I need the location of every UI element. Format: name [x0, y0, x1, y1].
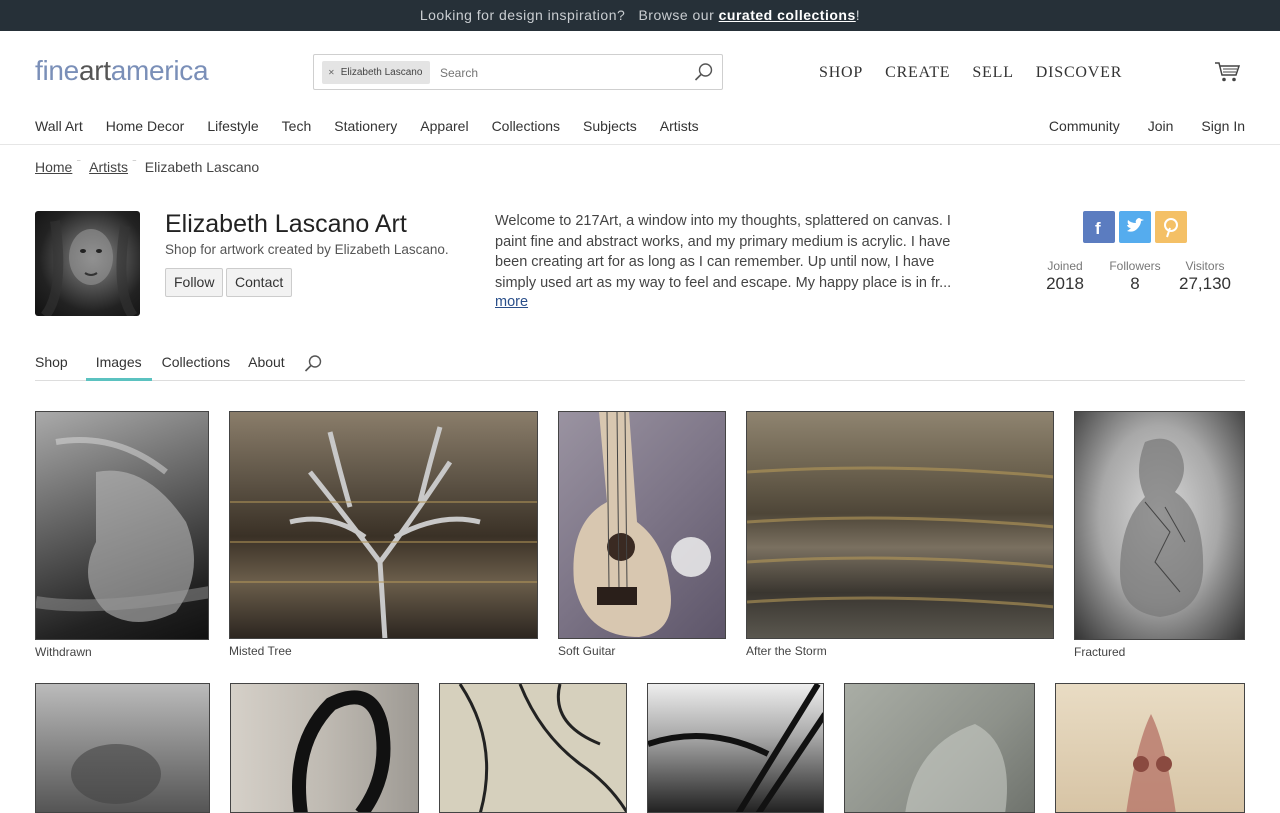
artwork-tile[interactable] [439, 683, 627, 813]
tab-search[interactable] [303, 343, 331, 381]
stat-value: 8 [1130, 274, 1140, 293]
profile-tabs: Shop Images Collections About [35, 343, 1245, 381]
artist-name: Elizabeth Lascano Art [165, 210, 407, 238]
tab-about[interactable]: About [248, 343, 293, 381]
search-icon[interactable] [303, 354, 323, 374]
main-nav: SHOP CREATE SELL DISCOVER [819, 64, 1122, 82]
chevron-right-icon: ⁻ [76, 156, 82, 167]
artwork-title[interactable]: Withdrawn [35, 645, 92, 659]
artist-avatar[interactable] [35, 211, 140, 316]
promo-bar: Looking for design inspiration? Browse o… [0, 0, 1280, 31]
artwork-title[interactable]: Misted Tree [229, 644, 292, 658]
follow-button[interactable]: Follow [165, 268, 224, 297]
stat-label: Joined [1047, 259, 1083, 273]
category-nav-right: Community Join Sign In [1049, 118, 1245, 134]
logo-america: america [110, 55, 209, 86]
join-link[interactable]: Join [1148, 118, 1174, 134]
promo-end: ! [855, 7, 861, 23]
category-nav: Wall Art Home Decor Lifestyle Tech Stati… [0, 113, 1280, 145]
tab-collections[interactable]: Collections [162, 343, 238, 381]
cat-collections[interactable]: Collections [492, 118, 560, 134]
artwork-tile[interactable] [844, 683, 1035, 813]
cat-tech[interactable]: Tech [282, 118, 312, 134]
cat-lifestyle[interactable]: Lifestyle [207, 118, 258, 134]
community-link[interactable]: Community [1049, 118, 1120, 134]
cart-icon[interactable] [1214, 61, 1240, 83]
stat-value: 27,130 [1179, 274, 1231, 293]
category-nav-left: Wall Art Home Decor Lifestyle Tech Stati… [35, 118, 699, 134]
search-box[interactable]: ✕ Elizabeth Lascano [313, 54, 723, 90]
search-input[interactable] [440, 61, 680, 84]
artwork-withdrawn[interactable] [35, 411, 209, 640]
breadcrumb-home[interactable]: Home [35, 159, 72, 175]
artwork-tile[interactable] [35, 683, 210, 813]
close-icon[interactable]: ✕ [328, 68, 335, 77]
nav-discover[interactable]: DISCOVER [1036, 64, 1122, 82]
twitter-icon[interactable] [1119, 211, 1151, 243]
site-logo[interactable]: fineartamerica [35, 55, 209, 87]
cat-stationery[interactable]: Stationery [334, 118, 397, 134]
artwork-title[interactable]: After the Storm [746, 644, 827, 658]
stat-label: Visitors [1185, 259, 1225, 273]
breadcrumb: Home ⁻ Artists ⁻ Elizabeth Lascano [35, 156, 260, 176]
pinterest-icon[interactable] [1155, 211, 1187, 243]
site-header: fineartamerica ✕ Elizabeth Lascano SHOP C… [0, 31, 1280, 113]
artwork-title[interactable]: Fractured [1074, 645, 1125, 659]
stat-label: Followers [1109, 259, 1161, 273]
sign-in-link[interactable]: Sign In [1201, 118, 1245, 134]
artwork-tile[interactable] [647, 683, 824, 813]
stat-joined: Joined 2018 [1040, 259, 1090, 294]
artwork-after-the-storm[interactable] [746, 411, 1054, 639]
bio-more-link[interactable]: more [495, 294, 528, 310]
artist-subtitle: Shop for artwork created by Elizabeth La… [165, 242, 449, 257]
contact-button[interactable]: Contact [226, 268, 293, 297]
chevron-right-icon: ⁻ [132, 156, 137, 167]
nav-create[interactable]: CREATE [885, 64, 950, 82]
tab-shop[interactable]: Shop [35, 343, 76, 381]
tab-images[interactable]: Images [85, 343, 152, 381]
cat-wall-art[interactable]: Wall Art [35, 118, 83, 134]
nav-sell[interactable]: SELL [972, 64, 1013, 82]
cat-subjects[interactable]: Subjects [583, 118, 637, 134]
artwork-title[interactable]: Soft Guitar [558, 644, 615, 658]
artwork-tile[interactable] [1055, 683, 1245, 813]
stat-followers[interactable]: Followers 8 [1104, 259, 1166, 294]
artist-bio: Welcome to 217Art, a window into my thou… [495, 213, 952, 291]
artwork-soft-guitar[interactable] [558, 411, 726, 639]
cat-artists[interactable]: Artists [660, 118, 699, 134]
cat-apparel[interactable]: Apparel [420, 118, 468, 134]
artwork-fractured[interactable] [1074, 411, 1245, 640]
cat-home-decor[interactable]: Home Decor [106, 118, 185, 134]
logo-art: art [78, 55, 111, 86]
nav-shop[interactable]: SHOP [819, 64, 863, 82]
breadcrumb-artists[interactable]: Artists [89, 159, 128, 175]
artwork-misted-tree[interactable] [229, 411, 538, 639]
curated-collections-link[interactable]: curated collections [719, 7, 856, 23]
logo-fine: fine [35, 55, 79, 86]
promo-browse: Browse our [638, 7, 715, 23]
search-filter-chip[interactable]: ✕ Elizabeth Lascano [322, 61, 431, 84]
search-icon[interactable] [694, 62, 714, 82]
search-chip-label: Elizabeth Lascano [340, 67, 423, 78]
artwork-tile[interactable] [230, 683, 419, 813]
stat-value: 2018 [1046, 274, 1084, 293]
facebook-icon[interactable]: f [1083, 211, 1115, 243]
breadcrumb-current: Elizabeth Lascano [144, 159, 260, 175]
promo-text: Looking for design inspiration? [419, 7, 626, 23]
svg-text:f: f [1095, 219, 1101, 238]
stat-visitors: Visitors 27,130 [1175, 259, 1235, 294]
